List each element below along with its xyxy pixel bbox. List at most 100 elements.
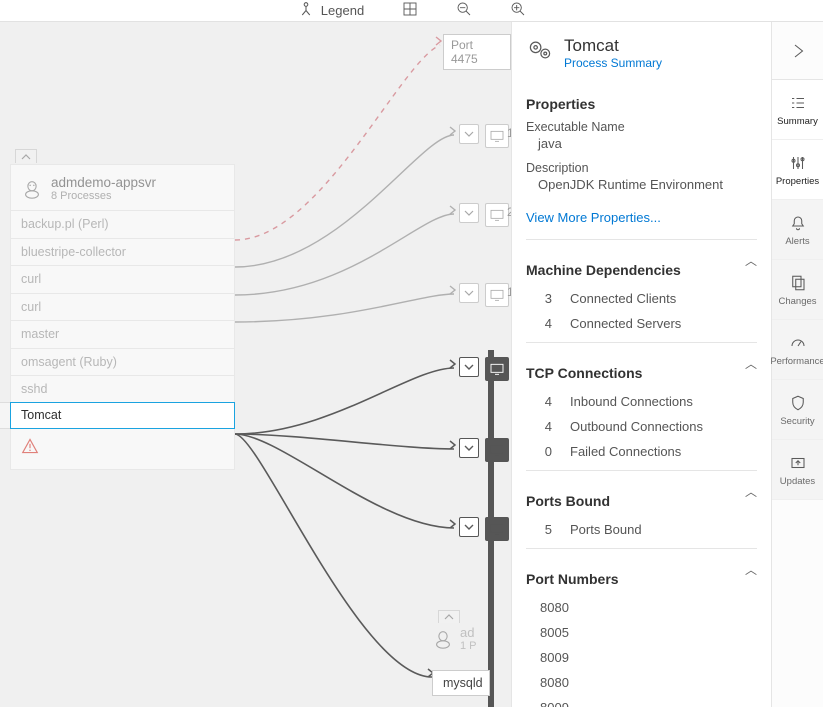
server-card-secondary[interactable]: ad 1 P mysqld [432, 625, 490, 696]
port-number: 8009 [526, 645, 757, 670]
collapse-toggle[interactable] [438, 610, 460, 623]
process-item[interactable]: bluestripe-collector [11, 238, 234, 266]
chevron-up-icon: ︿ [745, 561, 757, 578]
zoom-in-button[interactable] [510, 1, 526, 21]
rail-tab-properties[interactable]: Properties [772, 140, 823, 200]
process-item[interactable]: backup.pl (Perl) [11, 210, 234, 238]
port-number: 8080 [526, 595, 757, 620]
expand-icon[interactable] [459, 438, 479, 458]
stat-count: 4 [540, 419, 552, 434]
rail-label: Changes [778, 296, 816, 307]
monitor-icon [485, 283, 509, 307]
remote-node-active[interactable] [459, 438, 509, 462]
process-item[interactable]: curl [11, 265, 234, 293]
server-card[interactable]: admdemo-appsvr 8 Processes backup.pl (Pe… [10, 164, 235, 470]
expand-icon[interactable] [459, 283, 479, 303]
remote-node-label: Port 4475 [443, 34, 511, 70]
port-number: 8080 [526, 670, 757, 695]
process-item[interactable]: omsagent (Ruby) [11, 348, 234, 376]
description-value: OpenJDK Runtime Environment [526, 175, 757, 202]
remote-node-label: 10 [507, 285, 511, 299]
ports-bound-section[interactable]: ︿ Ports Bound 5Ports Bound [526, 470, 757, 542]
process-item[interactable]: curl [11, 293, 234, 321]
machine-dependencies-section[interactable]: ︿ Machine Dependencies 3Connected Client… [526, 239, 757, 336]
monitor-icon [485, 357, 509, 381]
description-label: Description [526, 161, 757, 175]
gears-icon [526, 36, 554, 69]
stat-row: 4 Connected Servers [526, 311, 757, 336]
shield-icon [788, 393, 808, 413]
chevron-up-icon: ︿ [745, 252, 757, 269]
expand-icon[interactable] [459, 517, 479, 537]
remote-node[interactable]: 10 [459, 283, 509, 307]
rail-tab-alerts[interactable]: Alerts [772, 200, 823, 260]
process-item[interactable]: sshd [11, 375, 234, 403]
expand-icon[interactable] [459, 124, 479, 144]
stat-count: 3 [540, 291, 552, 306]
stat-row: 4Inbound Connections [526, 389, 757, 414]
section-heading: TCP Connections [526, 365, 757, 381]
section-heading: Ports Bound [526, 493, 757, 509]
stat-row: 0 Failed Connections [526, 439, 757, 464]
legend-button[interactable]: Legend [297, 0, 364, 21]
gauge-icon [788, 333, 808, 353]
details-subtitle: Process Summary [564, 56, 662, 70]
rail-tab-updates[interactable]: Updates [772, 440, 823, 500]
legend-label: Legend [321, 3, 364, 18]
remote-node[interactable]: Port 4475 [443, 34, 511, 70]
view-more-properties-link[interactable]: View More Properties... [526, 210, 757, 225]
remote-node-label: 23 [507, 205, 511, 219]
zoom-in-icon [510, 1, 526, 21]
remote-node[interactable]: 10 [459, 124, 509, 148]
stat-label: Connected Servers [570, 316, 681, 331]
rail-tab-summary[interactable]: Summary [772, 80, 823, 140]
stat-row: 3Connected Clients [526, 286, 757, 311]
collapse-panel-button[interactable] [772, 22, 823, 80]
fit-icon [402, 1, 418, 21]
rail-tab-performance[interactable]: Performance [772, 320, 823, 380]
copy-icon [788, 273, 808, 293]
expand-icon[interactable] [459, 203, 479, 223]
warning-icon[interactable] [11, 428, 234, 469]
map-canvas[interactable]: admdemo-appsvr 8 Processes backup.pl (Pe… [0, 22, 511, 707]
tcp-connections-section[interactable]: ︿ TCP Connections 4Inbound Connections 4… [526, 342, 757, 464]
executable-name-value: java [526, 134, 757, 161]
legend-icon [297, 0, 315, 21]
top-toolbar: Legend [0, 0, 823, 22]
server-title: admdemo-appsvr [51, 175, 156, 190]
rail-tab-changes[interactable]: Changes [772, 260, 823, 320]
sliders-icon [788, 153, 808, 173]
rail-label: Summary [777, 116, 818, 127]
stat-count: 4 [540, 394, 552, 409]
rail-label: Properties [776, 176, 819, 187]
process-item[interactable]: master [11, 320, 234, 348]
remote-node-active[interactable] [459, 517, 509, 541]
monitor-icon [485, 124, 509, 148]
port-numbers-section[interactable]: ︿ Port Numbers 8080 8005 8009 8080 8009 [526, 548, 757, 707]
collapse-toggle[interactable] [15, 149, 37, 163]
executable-name-label: Executable Name [526, 120, 757, 134]
expand-icon[interactable] [459, 357, 479, 377]
process-item-selected[interactable]: Tomcat [10, 402, 235, 430]
stat-count: 4 [540, 316, 552, 331]
main-area: admdemo-appsvr 8 Processes backup.pl (Pe… [0, 22, 823, 707]
rail-label: Updates [780, 476, 815, 487]
zoom-out-button[interactable] [456, 1, 472, 21]
stat-row: 5Ports Bound [526, 517, 757, 542]
bell-icon [788, 213, 808, 233]
stat-label: Failed Connections [570, 444, 681, 459]
monitor-icon [485, 203, 509, 227]
rail-tab-security[interactable]: Security [772, 380, 823, 440]
stat-row: 4Outbound Connections [526, 414, 757, 439]
port-number: 8009 [526, 695, 757, 707]
chevron-up-icon: ︿ [745, 355, 757, 372]
process-item[interactable]: mysqld [432, 670, 490, 696]
remote-node-active[interactable] [459, 357, 509, 381]
details-body: Properties Executable Name java Descript… [512, 80, 771, 707]
stat-count: 0 [540, 444, 552, 459]
remote-node[interactable]: 23 [459, 203, 509, 227]
fit-to-screen-button[interactable] [402, 1, 418, 21]
monitor-icon [485, 517, 509, 541]
rail-label: Security [780, 416, 814, 427]
stat-label: Ports Bound [570, 522, 642, 537]
